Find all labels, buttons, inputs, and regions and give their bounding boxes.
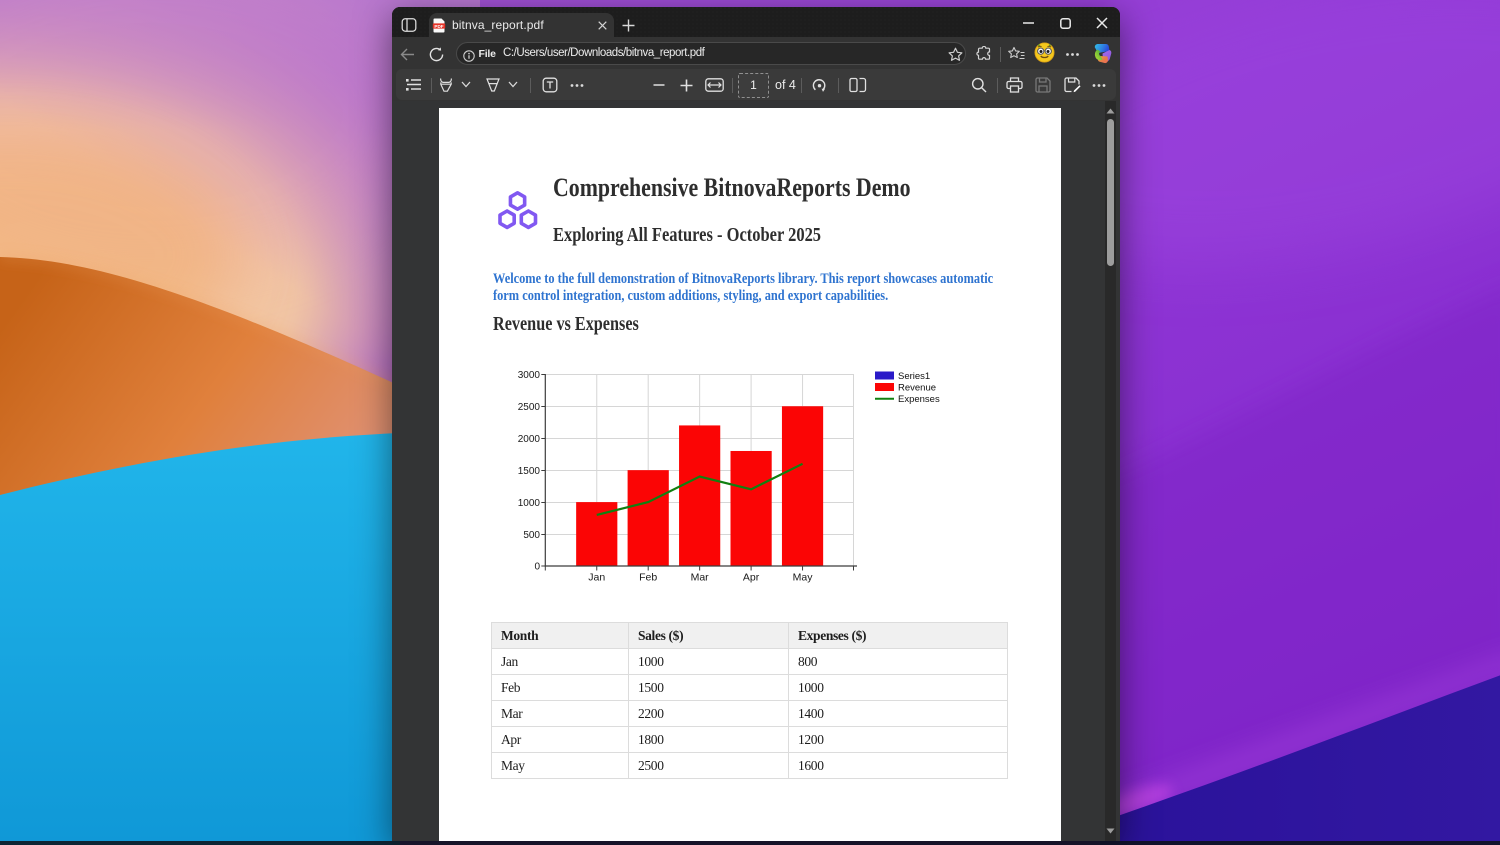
svg-text:May: May <box>793 572 814 584</box>
svg-text:500: 500 <box>523 530 540 541</box>
svg-text:2000: 2000 <box>518 434 541 445</box>
svg-text:1000: 1000 <box>518 498 541 509</box>
svg-text:2500: 2500 <box>518 402 541 413</box>
svg-text:Series1: Series1 <box>898 371 930 382</box>
svg-text:Expenses: Expenses <box>898 394 940 405</box>
svg-text:0: 0 <box>534 562 540 573</box>
svg-text:Mar: Mar <box>691 572 710 584</box>
svg-text:1500: 1500 <box>518 466 541 477</box>
svg-text:Feb: Feb <box>639 572 657 584</box>
svg-text:Jan: Jan <box>588 572 605 584</box>
svg-text:3000: 3000 <box>518 370 541 381</box>
svg-text:PDF: PDF <box>434 24 443 29</box>
svg-text:Revenue: Revenue <box>898 382 936 393</box>
svg-text:Apr: Apr <box>743 572 760 584</box>
